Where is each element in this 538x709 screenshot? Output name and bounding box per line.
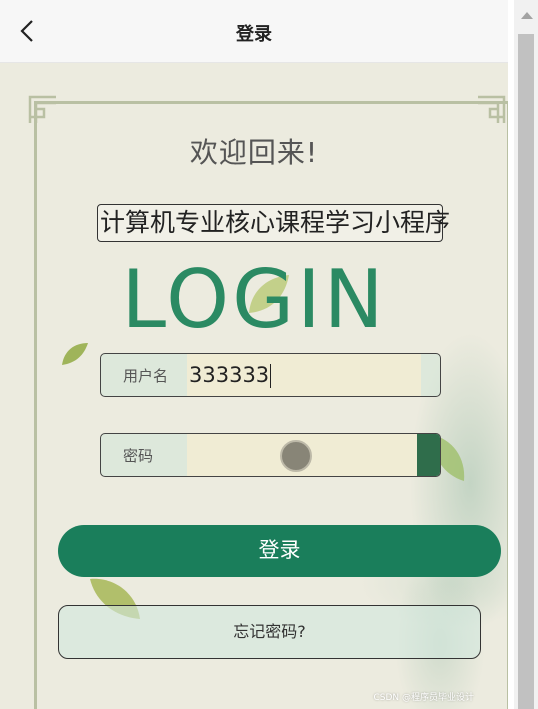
app-name-box: 计算机专业核心课程学习小程序	[97, 204, 450, 242]
username-field[interactable]: 用户名 333333	[100, 353, 441, 397]
password-field[interactable]: 密码	[100, 433, 441, 477]
username-input[interactable]: 333333	[187, 354, 421, 396]
text-caret	[270, 364, 272, 388]
username-value: 333333	[189, 363, 270, 387]
login-page: 欢迎回来! 计算机专业核心课程学习小程序 LOGIN 用户名 333333 密码…	[0, 63, 508, 709]
login-button[interactable]: 登录	[58, 525, 501, 577]
forgot-password-button[interactable]: 忘记密码?	[58, 605, 481, 659]
scroll-up-arrow-icon[interactable]	[521, 12, 533, 19]
username-label: 用户名	[123, 367, 169, 385]
login-banner-text: LOGIN	[121, 253, 387, 346]
welcome-heading: 欢迎回来!	[189, 136, 319, 169]
watermark: CSDN @程序员毕业设计	[373, 693, 474, 703]
password-field-edge	[417, 434, 440, 476]
page-title: 登录	[236, 24, 272, 45]
touch-cursor-indicator	[280, 440, 312, 472]
nav-bar: 登录	[0, 0, 508, 63]
scrollbar[interactable]	[514, 0, 538, 709]
password-label: 密码	[123, 447, 154, 465]
scroll-thumb[interactable]	[518, 34, 534, 709]
frame-corner-ornament-icon	[28, 95, 56, 123]
frame-corner-ornament-icon	[478, 95, 506, 123]
